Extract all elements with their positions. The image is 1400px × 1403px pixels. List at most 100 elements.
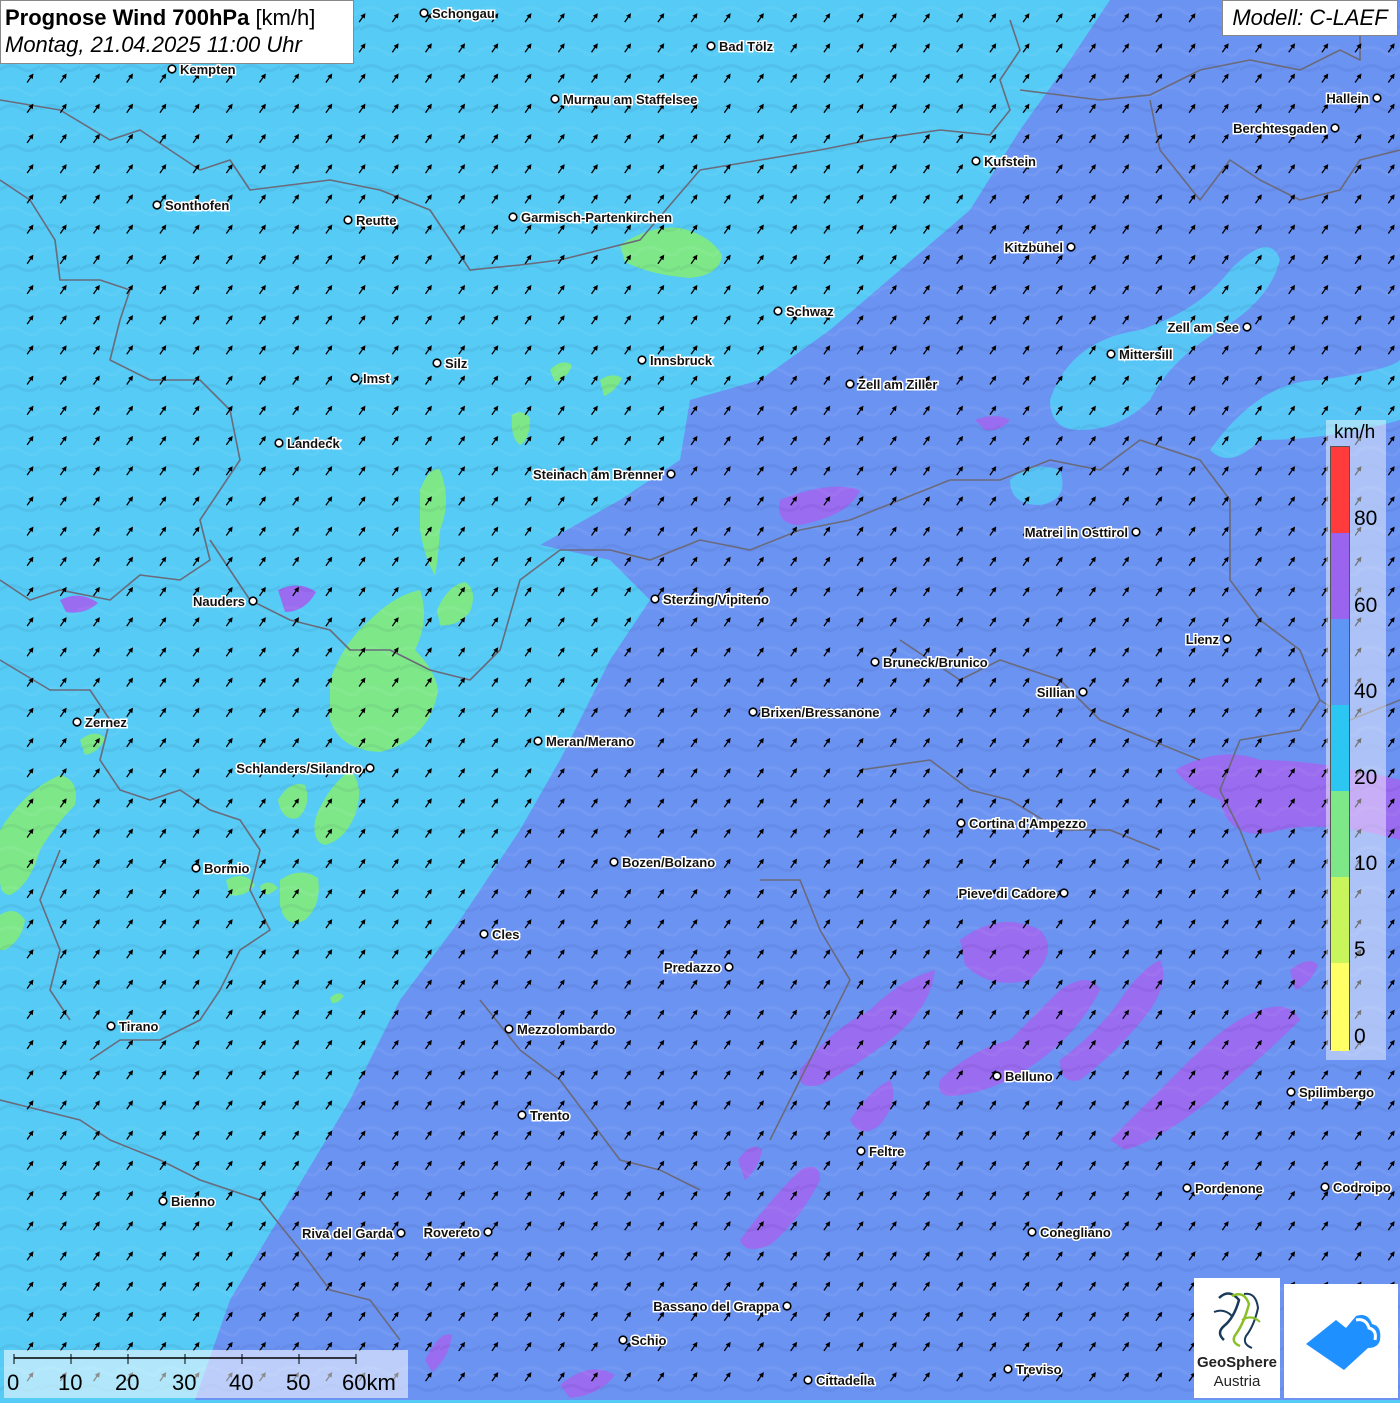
city-label: Bassano del Grappa	[653, 1299, 779, 1314]
city-dot	[971, 156, 981, 166]
city-marker: Innsbruck	[637, 352, 714, 370]
city-label: Bienno	[171, 1194, 215, 1209]
city-label: Cortina d'Ampezzo	[969, 816, 1086, 831]
city-dot	[1078, 687, 1088, 697]
city-marker: Meran/Merano	[533, 733, 636, 751]
city-label: Riva del Garda	[302, 1226, 394, 1241]
city-label: Kitzbühel	[1005, 240, 1064, 255]
scale-label-50: 50	[286, 1370, 311, 1395]
city-dot	[956, 818, 966, 828]
city-marker: Sonthofen	[152, 197, 231, 215]
scale-label-60km: 60km	[342, 1370, 396, 1395]
city-dot	[1330, 123, 1340, 133]
legend-label-10: 10	[1354, 852, 1378, 875]
city-dot	[856, 1146, 866, 1156]
city-dot	[191, 863, 201, 873]
city-label: Pordenone	[1195, 1181, 1263, 1196]
legend-bin-0	[1331, 963, 1349, 1051]
city-marker: Zell am Ziller	[845, 376, 939, 394]
city-marker: Pieve di Cadore	[957, 885, 1069, 903]
city-label: Treviso	[1016, 1362, 1062, 1377]
city-label: Spilimbergo	[1299, 1085, 1374, 1100]
city-dot	[533, 736, 543, 746]
scale-label-10: 10	[58, 1370, 83, 1395]
city-dot	[343, 215, 353, 225]
city-label: Zell am Ziller	[858, 377, 937, 392]
city-marker: Brixen/Bressanone	[748, 704, 881, 722]
scale-bar: 0 10 20 30 40 50 60km	[4, 1350, 408, 1398]
city-label: Zell am See	[1167, 320, 1239, 335]
city-marker: Matrei in Osttirol	[1023, 524, 1141, 542]
city-label: Steinach am Brenner	[533, 467, 663, 482]
city-dot	[650, 594, 660, 604]
city-dot	[365, 763, 375, 773]
city-dot	[637, 355, 647, 365]
legend-label-20: 20	[1354, 766, 1378, 789]
city-label: Schio	[631, 1333, 666, 1348]
city-label: Bozen/Bolzano	[622, 855, 715, 870]
city-dot	[1286, 1087, 1296, 1097]
city-label: Pieve di Cadore	[958, 886, 1056, 901]
city-dot	[479, 929, 489, 939]
scale-label-30: 30	[172, 1370, 197, 1395]
city-dot	[1242, 322, 1252, 332]
city-marker: Conegliano	[1027, 1224, 1112, 1242]
map-title: Prognose Wind 700hPa [km/h]	[5, 4, 353, 31]
city-dot	[773, 306, 783, 316]
city-label: Silz	[445, 356, 468, 371]
city-dot	[419, 8, 429, 18]
city-dot	[803, 1375, 813, 1385]
legend-label-0: 0	[1354, 1025, 1366, 1048]
geosphere-logo-subtext: Austria	[1213, 1373, 1261, 1390]
city-label: Sillian	[1037, 685, 1075, 700]
city-dot	[504, 1024, 514, 1034]
city-label: Murnau am Staffelsee	[563, 92, 697, 107]
weather-app-logo	[1284, 1284, 1398, 1398]
city-label: Cles	[492, 927, 519, 942]
city-label: Zernez	[85, 715, 127, 730]
city-label: Trento	[530, 1108, 570, 1123]
city-label: Bruneck/Brunico	[883, 655, 988, 670]
city-dot	[1320, 1182, 1330, 1192]
legend-bin-80	[1331, 447, 1349, 533]
legend-label-5: 5	[1354, 938, 1366, 961]
city-label: Lienz	[1186, 632, 1220, 647]
city-dot	[1372, 93, 1382, 103]
city-label: Feltre	[869, 1144, 904, 1159]
city-marker: Pordenone	[1182, 1180, 1264, 1198]
city-label: Innsbruck	[650, 353, 713, 368]
city-label: Rovereto	[424, 1225, 480, 1240]
legend-bar	[1330, 446, 1350, 1051]
city-label: Predazzo	[664, 960, 721, 975]
city-label: Meran/Merano	[546, 734, 634, 749]
city-label: Schlanders/Silandro	[236, 761, 362, 776]
legend-bin-5	[1331, 877, 1349, 963]
city-dot	[483, 1227, 493, 1237]
city-dot	[152, 200, 162, 210]
city-dot	[1106, 349, 1116, 359]
city-dot	[550, 94, 560, 104]
city-dot	[706, 41, 716, 51]
city-marker: Bruneck/Brunico	[870, 654, 989, 672]
city-dot	[508, 212, 518, 222]
city-dot	[350, 373, 360, 383]
city-dot	[782, 1301, 792, 1311]
city-marker: Murnau am Staffelsee	[550, 91, 699, 109]
map-title-main: Prognose Wind 700hPa	[5, 5, 250, 30]
city-label: Nauders	[193, 594, 245, 609]
geosphere-logo: GeoSphere Austria	[1194, 1278, 1280, 1398]
city-marker: Mezzolombardo	[504, 1021, 617, 1039]
city-label: Hallein	[1326, 91, 1369, 106]
city-dot	[609, 857, 619, 867]
city-dot	[517, 1110, 527, 1120]
city-dot	[248, 596, 258, 606]
city-label: Sterzing/Vipiteno	[663, 592, 769, 607]
color-legend: km/h 80 60 40 20 10 5 0	[1326, 420, 1386, 1060]
city-label: Codroipo	[1333, 1180, 1391, 1195]
city-marker: Bassano del Grappa	[652, 1298, 792, 1316]
city-marker: Schlanders/Silandro	[235, 760, 375, 778]
city-dot	[1222, 634, 1232, 644]
city-dot	[1059, 888, 1069, 898]
city-marker: Berchtesgaden	[1232, 120, 1340, 138]
city-dot	[158, 1196, 168, 1206]
